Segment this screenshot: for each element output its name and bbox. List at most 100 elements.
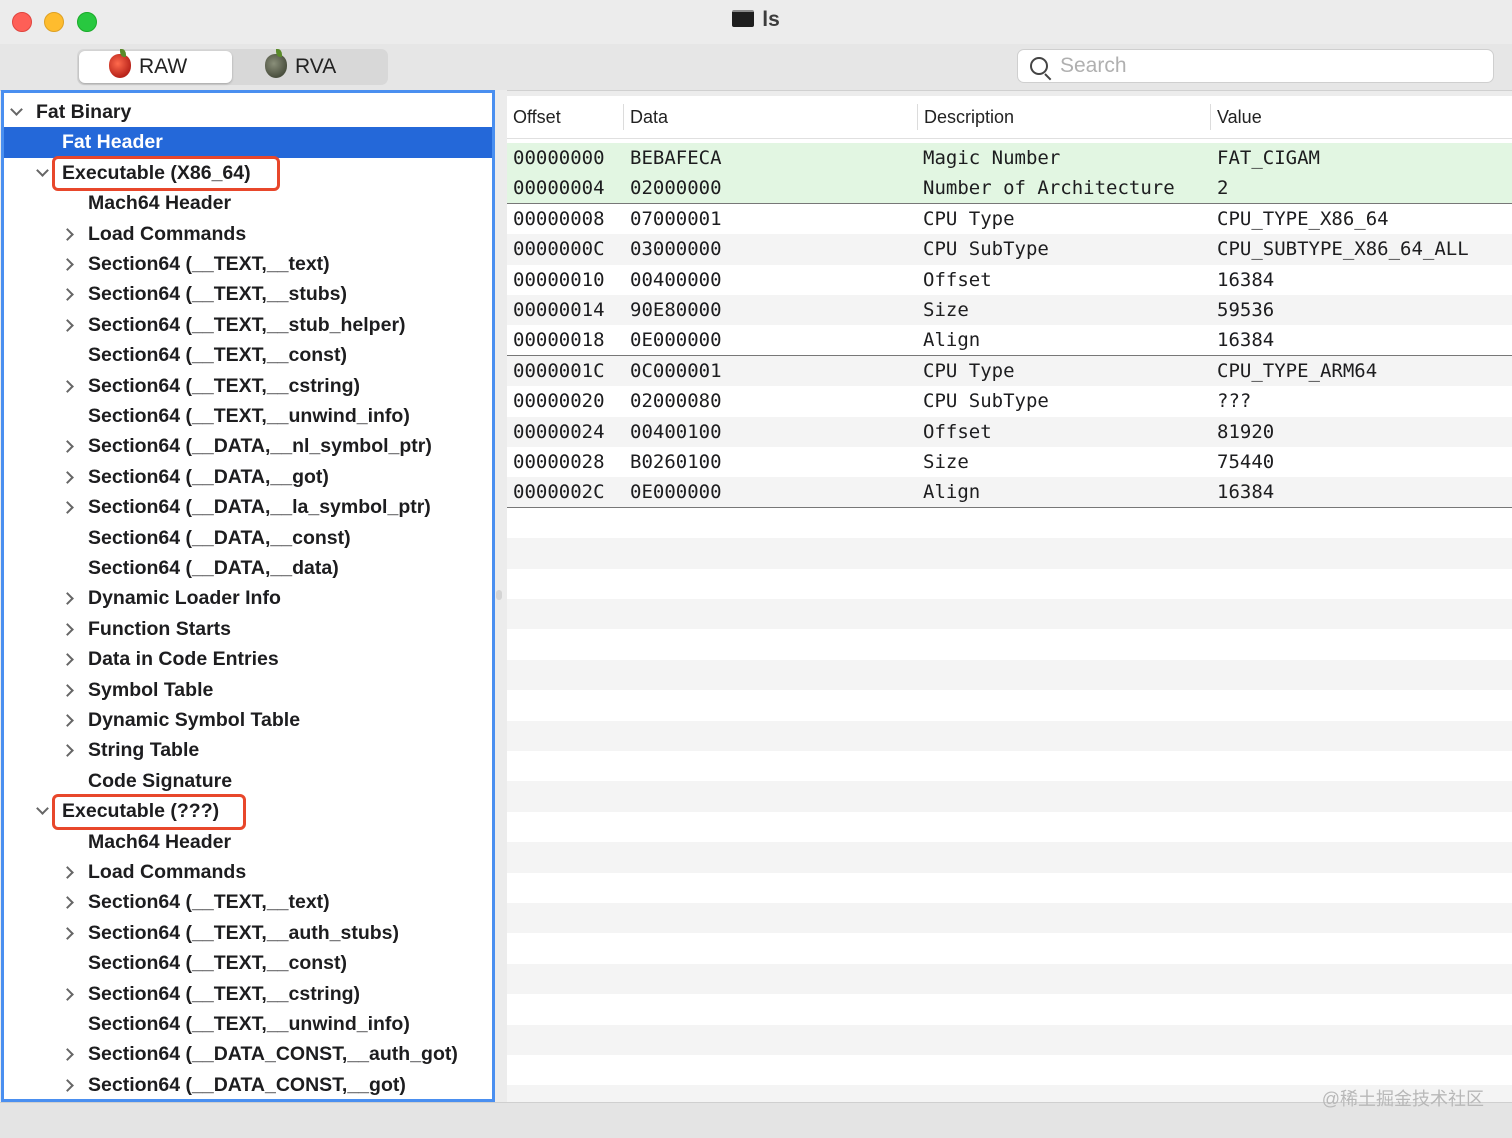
outline-row[interactable]: Mach64 Header [4, 188, 492, 218]
table-row[interactable]: 00000014 90E80000 Size 59536 [507, 295, 1512, 326]
chevron-right-icon[interactable] [60, 310, 76, 340]
chevron-right-icon[interactable] [60, 279, 76, 309]
outline-row-label: Section64 (__TEXT,__const) [88, 344, 348, 367]
cell-offset: 00000010 [513, 268, 605, 291]
outline-row-label: Section64 (__DATA,__la_symbol_ptr) [88, 496, 431, 519]
column-header-offset[interactable]: Offset [507, 96, 623, 138]
table-row[interactable]: 00000000 BEBAFECA Magic Number FAT_CIGAM [507, 143, 1512, 174]
table-row[interactable]: 00000018 0E000000 Align 16384 [507, 325, 1512, 356]
toolbar: RAW RVA [0, 44, 1512, 91]
table-row[interactable]: 00000024 00400100 Offset 81920 [507, 416, 1512, 447]
cell-description: Number of Architecture [923, 177, 1175, 200]
chevron-right-icon[interactable] [60, 219, 76, 249]
outline-row[interactable]: Section64 (__TEXT,__text) [4, 249, 492, 279]
chevron-right-icon[interactable] [60, 249, 76, 279]
annotation-highlight-box [52, 794, 247, 830]
outline-row[interactable]: Function Starts [4, 614, 492, 644]
rva-mode-button[interactable]: RVA [235, 49, 386, 83]
outline-row[interactable]: Section64 (__TEXT,__const) [4, 340, 492, 370]
outline-row[interactable]: Section64 (__TEXT,__cstring) [4, 979, 492, 1009]
outline-row[interactable]: Data in Code Entries [4, 644, 492, 674]
chevron-right-icon[interactable] [60, 614, 76, 644]
outline-row[interactable]: Code Signature [4, 766, 492, 796]
cell-description: CPU Type [923, 207, 1015, 230]
outline-row[interactable]: Fat Header [4, 127, 492, 158]
chevron-right-icon[interactable] [60, 675, 76, 705]
cell-description: Offset [923, 268, 992, 291]
outline-row[interactable]: Section64 (__TEXT,__unwind_info) [4, 1009, 492, 1039]
outline-row[interactable]: Section64 (__TEXT,__const) [4, 948, 492, 978]
cell-value: CPU_TYPE_X86_64 [1217, 207, 1389, 230]
chevron-right-icon[interactable] [60, 583, 76, 613]
outline-row[interactable]: Load Commands [4, 219, 492, 249]
detail-table[interactable]: Offset Data Description Value 00000000 BE… [507, 96, 1512, 1102]
outline-row[interactable]: Load Commands [4, 857, 492, 887]
chevron-right-icon[interactable] [60, 1070, 76, 1099]
divider-grip[interactable] [496, 590, 502, 600]
cell-description: CPU SubType [923, 238, 1049, 261]
chevron-right-icon[interactable] [60, 979, 76, 1009]
outline-row-label: Section64 (__TEXT,__const) [88, 952, 348, 975]
table-row[interactable]: 00000028 B0260100 Size 75440 [507, 447, 1512, 477]
table-row[interactable]: 00000008 07000001 CPU Type CPU_TYPE_X86_64 [507, 204, 1512, 234]
outline-row-label: Section64 (__TEXT,__unwind_info) [88, 405, 410, 427]
column-header-description[interactable]: Description [918, 96, 1210, 138]
outline-row-label: Load Commands [88, 861, 247, 883]
outline-row[interactable]: Section64 (__TEXT,__stubs) [4, 279, 492, 309]
chevron-down-icon[interactable] [34, 796, 50, 826]
outline-row[interactable]: Section64 (__DATA_CONST,__auth_got) [4, 1039, 492, 1069]
cell-offset: 00000028 [513, 451, 605, 473]
chevron-right-icon[interactable] [60, 462, 76, 492]
cell-value: 16384 [1217, 329, 1275, 352]
chevron-right-icon[interactable] [60, 705, 76, 735]
address-mode-segmented-control: RAW RVA [77, 49, 388, 85]
outline-row[interactable]: Section64 (__TEXT,__text) [4, 887, 492, 917]
outline-row-label: Dynamic Loader Info [88, 587, 281, 610]
outline-row[interactable]: Dynamic Loader Info [4, 583, 492, 613]
outline-row-label: Section64 (__TEXT,__stub_helper) [88, 313, 406, 336]
outline-row[interactable]: Section64 (__DATA,__got) [4, 462, 492, 492]
column-header-value[interactable]: Value [1211, 96, 1511, 138]
outline-row[interactable]: Section64 (__TEXT,__auth_stubs) [4, 918, 492, 948]
outline-row[interactable]: Dynamic Symbol Table [4, 705, 492, 735]
column-header-data[interactable]: Data [624, 96, 916, 138]
outline-row[interactable]: Section64 (__TEXT,__stub_helper) [4, 310, 492, 340]
empty-row-stripe [507, 720, 1512, 751]
chevron-right-icon[interactable] [60, 371, 76, 401]
search-input[interactable] [1060, 50, 1480, 82]
outline-row-label: Fat Binary [36, 101, 132, 123]
outline-row[interactable]: Fat Binary [4, 97, 492, 127]
table-row[interactable]: 0000000C 03000000 CPU SubType CPU_SUBTYPE_X… [507, 234, 1512, 265]
outline-row[interactable]: Section64 (__DATA,__const) [4, 523, 492, 553]
chevron-right-icon[interactable] [60, 735, 76, 765]
outline-row[interactable]: Mach64 Header [4, 827, 492, 857]
cell-data: 00400100 [630, 420, 722, 443]
search-field[interactable] [1017, 49, 1494, 83]
table-row[interactable]: 00000004 02000000 Number of Architecture 2 [507, 173, 1512, 204]
chevron-right-icon[interactable] [60, 918, 76, 948]
outline-row[interactable]: Section64 (__DATA,__nl_symbol_ptr) [4, 431, 492, 461]
outline-row[interactable]: Section64 (__TEXT,__unwind_info) [4, 401, 492, 431]
chevron-right-icon[interactable] [60, 857, 76, 887]
bottom-bar [0, 1102, 1512, 1138]
table-row[interactable]: 00000010 00400000 Offset 16384 [507, 265, 1512, 295]
table-row[interactable]: 00000020 02000080 CPU SubType??? [507, 386, 1512, 416]
structure-outline[interactable]: Fat Binary Fat Header Executable (X86_64) M… [1, 90, 495, 1102]
chevron-right-icon[interactable] [60, 1039, 76, 1069]
chevron-right-icon[interactable] [60, 492, 76, 522]
raw-mode-button[interactable]: RAW [79, 49, 232, 83]
table-row[interactable]: 0000002C 0E000000 Align 16384 [507, 477, 1512, 508]
chevron-down-icon[interactable] [34, 158, 50, 188]
chevron-right-icon[interactable] [60, 431, 76, 461]
chevron-right-icon[interactable] [60, 644, 76, 674]
outline-row[interactable]: Symbol Table [4, 675, 492, 705]
outline-row-label: Section64 (__DATA_CONST,__got) [88, 1073, 406, 1096]
chevron-right-icon[interactable] [60, 887, 76, 917]
outline-row[interactable]: String Table [4, 735, 492, 765]
table-row[interactable]: 0000001C 0C000001 CPU Type CPU_TYPE_ARM64 [507, 355, 1512, 387]
outline-row[interactable]: Section64 (__TEXT,__cstring) [4, 371, 492, 401]
outline-row[interactable]: Section64 (__DATA,__la_symbol_ptr) [4, 492, 492, 522]
outline-row[interactable]: Section64 (__DATA,__data) [4, 553, 492, 583]
chevron-down-icon[interactable] [8, 97, 24, 127]
outline-row[interactable]: Section64 (__DATA_CONST,__got) [4, 1070, 492, 1099]
